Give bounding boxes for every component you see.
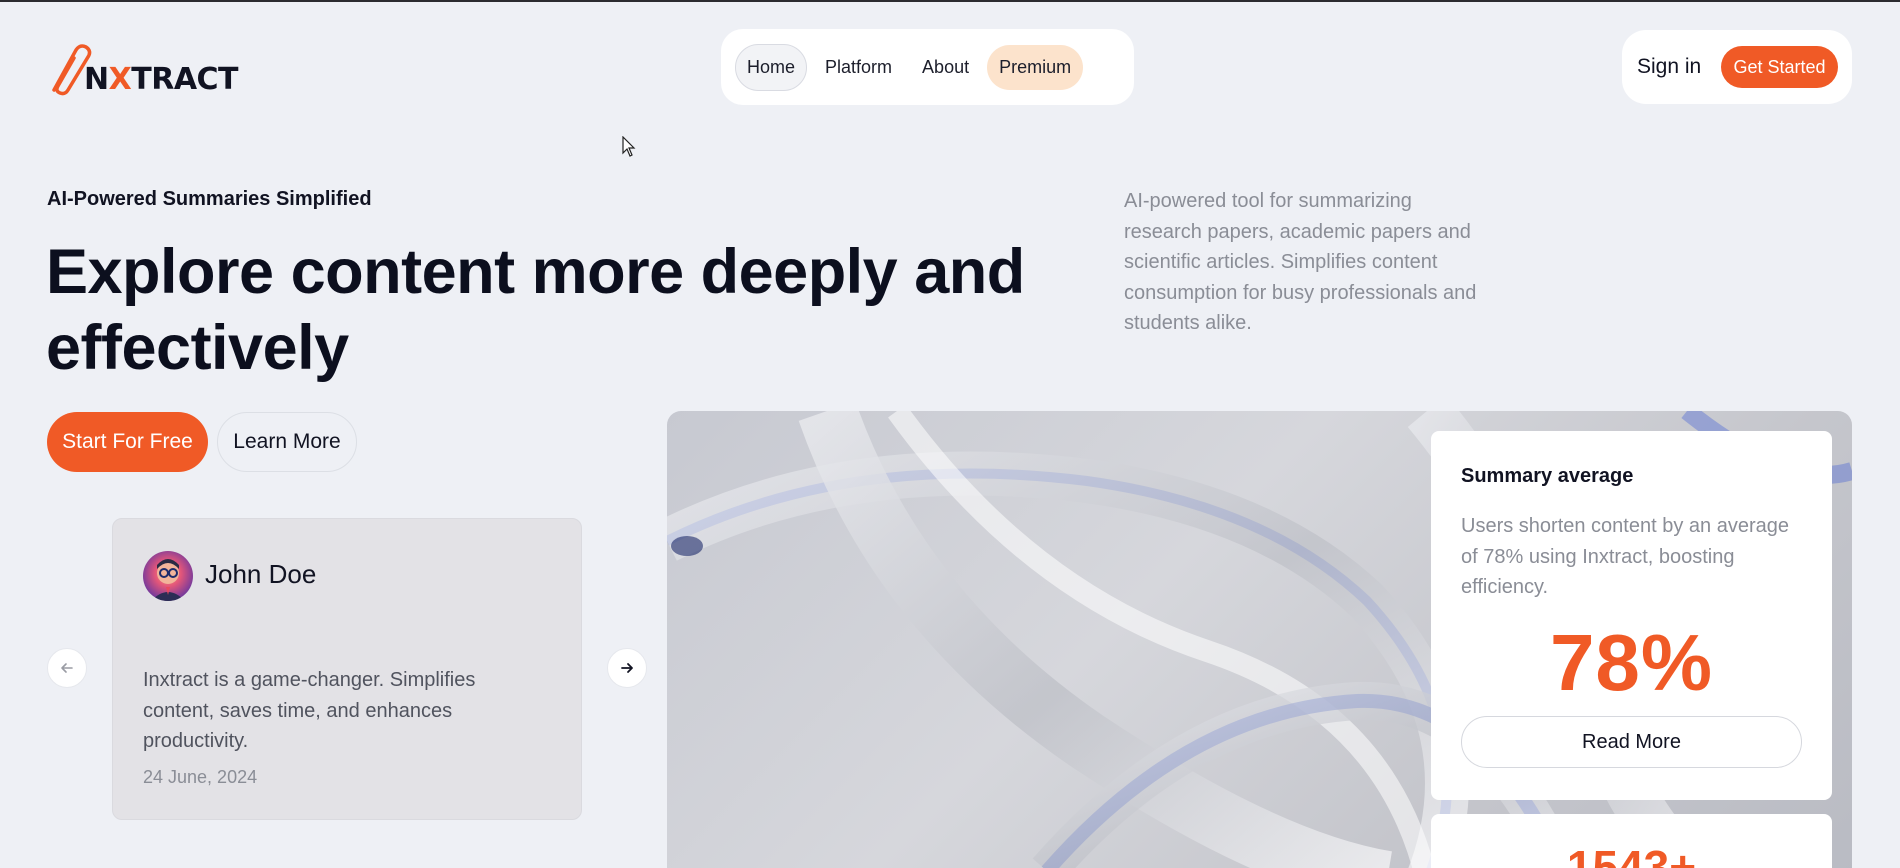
sign-in-link[interactable]: Sign in [1637, 55, 1701, 79]
stat-description: Users shorten content by an average of 7… [1461, 515, 1789, 598]
main-nav: Home Platform About Premium [721, 29, 1134, 105]
hero-eyebrow: AI-Powered Summaries Simplified [47, 188, 372, 210]
testimonial-card: John Doe Inxtract is a game-changer. Sim… [112, 518, 582, 820]
auth-group: Sign in Get Started [1622, 30, 1852, 104]
testimonial-date: 24 June, 2024 [143, 767, 258, 787]
nav-premium[interactable]: Premium [987, 44, 1084, 90]
learn-more-button[interactable]: Learn More [217, 412, 357, 472]
nav-platform[interactable]: Platform [813, 45, 904, 90]
summary-average-card: Summary average Users shorten content by… [1431, 431, 1832, 800]
nav-home[interactable]: Home [735, 43, 808, 91]
mouse-cursor-icon [622, 136, 636, 157]
get-started-button[interactable]: Get Started [1721, 46, 1838, 88]
carousel-prev-button[interactable] [47, 648, 87, 688]
logo-text: NXTRACT [84, 62, 239, 97]
carousel-next-button[interactable] [607, 648, 647, 688]
arrow-right-icon [621, 663, 633, 673]
users-stat-card: 1543+ [1431, 814, 1832, 868]
avatar-illustration [151, 559, 185, 601]
hero-description: AI-powered tool for summarizing research… [1124, 190, 1477, 334]
stat-value-2: 1543+ [1566, 841, 1697, 868]
read-more-button[interactable]: Read More [1461, 716, 1802, 768]
nav-about[interactable]: About [910, 45, 981, 90]
start-for-free-button[interactable]: Start For Free [47, 412, 208, 472]
stat-title: Summary average [1461, 465, 1634, 487]
arrow-left-icon [61, 663, 73, 673]
testimonial-name: John Doe [205, 559, 317, 589]
testimonial-quote: Inxtract is a game-changer. Simplifies c… [143, 669, 476, 752]
stat-value: 78% [1549, 618, 1714, 707]
hero-headline: Explore content more deeply and effectiv… [46, 237, 1025, 383]
avatar [143, 551, 193, 601]
